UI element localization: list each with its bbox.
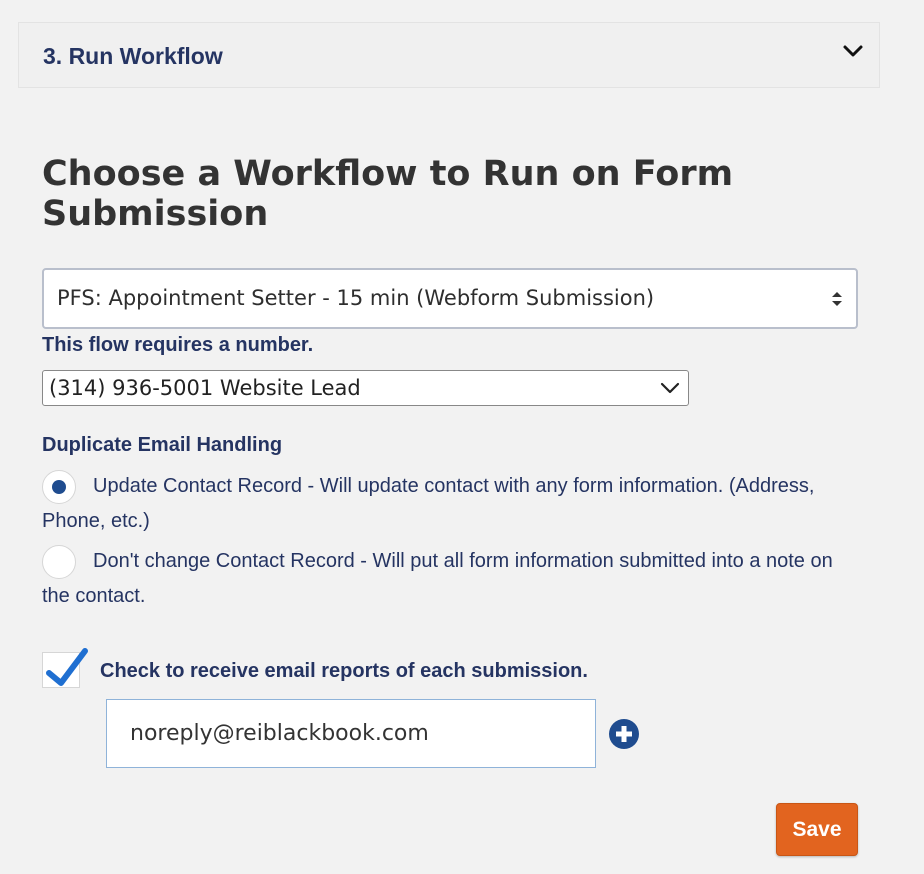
phone-number-select-value: (314) 936-5001 Website Lead	[49, 376, 361, 400]
radio-update-contact-label[interactable]: Update Contact Record - Will update cont…	[42, 469, 862, 539]
workflow-select-value: PFS: Appointment Setter - 15 min (Webfor…	[57, 286, 655, 310]
email-reports-checkbox[interactable]	[42, 648, 88, 688]
phone-number-select[interactable]: (314) 936-5001 Website Lead	[42, 370, 689, 406]
checkmark-icon	[46, 648, 88, 686]
workflow-select[interactable]: PFS: Appointment Setter - 15 min (Webfor…	[42, 268, 858, 329]
section-title: 3. Run Workflow	[43, 43, 223, 69]
select-arrows-icon	[830, 290, 844, 308]
number-required-label: This flow requires a number.	[42, 334, 314, 356]
add-email-plus-icon[interactable]	[608, 718, 640, 750]
chevron-down-icon[interactable]	[841, 39, 865, 63]
report-email-input[interactable]	[106, 699, 596, 768]
section-header-run-workflow[interactable]: 3. Run Workflow	[18, 22, 880, 88]
radio-dont-change-contact-label[interactable]: Don't change Contact Record - Will put a…	[42, 544, 862, 614]
save-button[interactable]: Save	[776, 803, 858, 856]
duplicate-email-handling-label: Duplicate Email Handling	[42, 434, 283, 456]
email-reports-label[interactable]: Check to receive email reports of each s…	[100, 660, 588, 683]
chevron-down-icon	[660, 379, 680, 397]
page-title: Choose a Workflow to Run on Form Submiss…	[42, 154, 734, 234]
